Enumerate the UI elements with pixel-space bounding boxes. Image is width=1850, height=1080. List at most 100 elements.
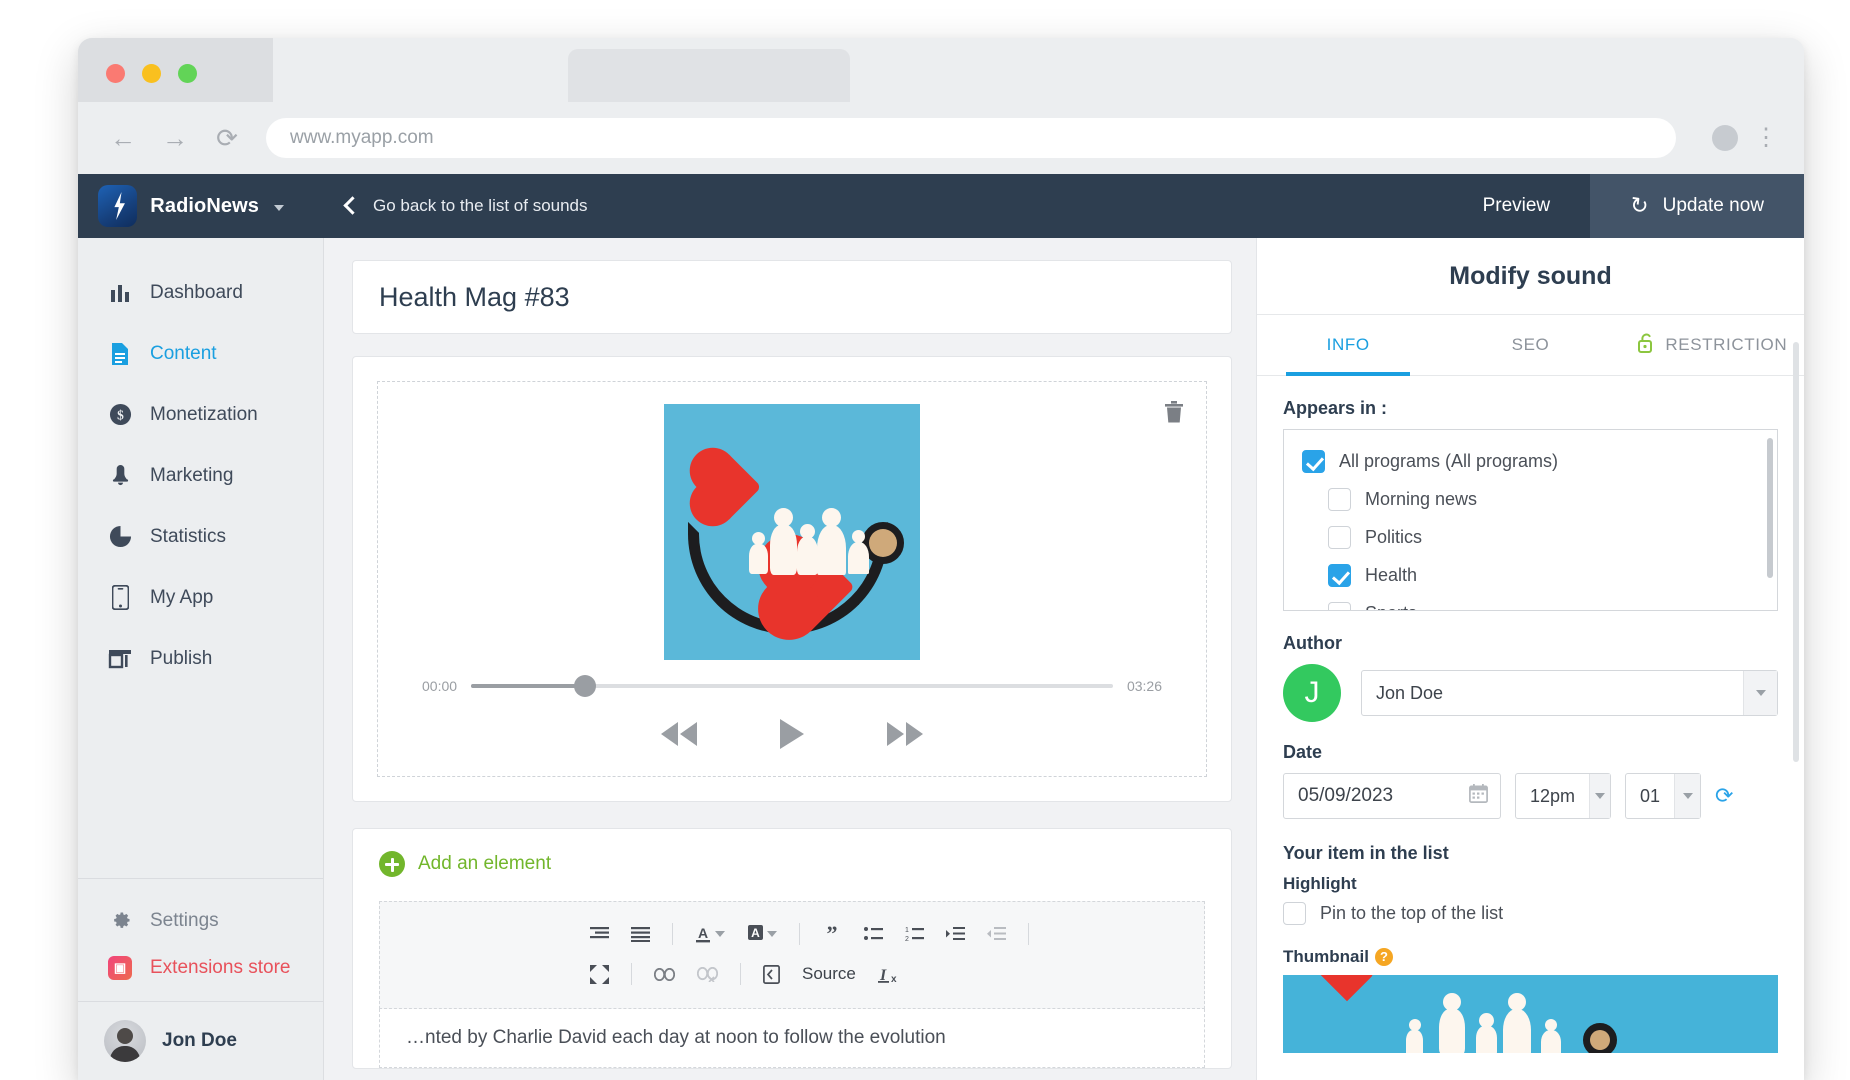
maximize-icon[interactable]: [590, 965, 609, 984]
numbered-list-icon[interactable]: 12: [905, 926, 924, 942]
indent-icon[interactable]: [946, 926, 965, 942]
delete-icon[interactable]: [1164, 400, 1184, 429]
tab-info-label: INFO: [1327, 335, 1370, 355]
align-right-icon[interactable]: [590, 926, 609, 942]
help-icon[interactable]: ?: [1375, 948, 1393, 966]
pin-to-top-row[interactable]: Pin to the top of the list: [1283, 902, 1778, 925]
sidebar-item-marketing[interactable]: Marketing: [78, 445, 323, 506]
unlink-icon[interactable]: [697, 967, 718, 982]
checkbox-icon[interactable]: [1328, 602, 1351, 612]
remove-format-icon[interactable]: Ix: [878, 965, 898, 984]
modify-sound-panel: » Modify sound INFO SEO RESTRICTION: [1256, 238, 1804, 1080]
browser-menu-icon[interactable]: ⋮: [1754, 128, 1778, 147]
preview-button[interactable]: Preview: [1443, 174, 1591, 238]
link-icon[interactable]: [654, 968, 675, 981]
close-window-button[interactable]: [106, 64, 125, 83]
program-option-morning-news[interactable]: Morning news: [1302, 480, 1777, 518]
pin-to-top-label: Pin to the top of the list: [1320, 903, 1503, 924]
bulleted-list-icon[interactable]: [864, 926, 883, 942]
sidebar-item-content[interactable]: Content: [78, 323, 323, 384]
progress-slider[interactable]: [471, 684, 1113, 688]
back-arrow-icon[interactable]: ←: [102, 125, 144, 151]
sidebar-item-dashboard[interactable]: Dashboard: [78, 262, 323, 323]
tab-restriction[interactable]: RESTRICTION: [1622, 315, 1804, 375]
program-label-sports: Sports: [1365, 603, 1417, 612]
brand-switcher[interactable]: RadioNews: [98, 185, 284, 227]
zoom-window-button[interactable]: [178, 64, 197, 83]
background-color-icon[interactable]: A: [747, 925, 777, 943]
browser-tab-inactive[interactable]: [568, 49, 850, 102]
checkbox-icon[interactable]: [1328, 488, 1351, 511]
add-element-button[interactable]: Add an element: [379, 851, 1205, 877]
checkbox-checked-icon[interactable]: [1328, 564, 1351, 587]
app-root: RadioNews Go back to the list of sounds …: [78, 174, 1804, 1080]
chevron-down-icon[interactable]: [1743, 671, 1777, 715]
programs-scrollbar[interactable]: [1767, 438, 1773, 578]
sidebar-item-extensions-store[interactable]: ▣ Extensions store: [78, 944, 323, 991]
author-row: J Jon Doe: [1283, 664, 1778, 722]
author-select[interactable]: Jon Doe: [1361, 670, 1778, 716]
date-input[interactable]: 05/09/2023: [1283, 773, 1501, 819]
total-time-label: 03:26: [1127, 678, 1162, 694]
chevron-down-icon[interactable]: [274, 205, 284, 211]
program-option-health[interactable]: Health: [1302, 556, 1777, 594]
sidebar-item-settings[interactable]: Settings: [78, 897, 323, 944]
sync-icon[interactable]: ⟳: [1715, 783, 1733, 809]
sidebar-item-my-app[interactable]: My App: [78, 567, 323, 628]
source-icon[interactable]: [763, 965, 780, 984]
sidebar-item-statistics[interactable]: Statistics: [78, 506, 323, 567]
svg-text:A: A: [698, 925, 708, 941]
justify-icon[interactable]: [631, 926, 650, 942]
update-now-button[interactable]: ↻ Update now: [1590, 174, 1804, 238]
minute-select[interactable]: 01: [1625, 773, 1701, 819]
tab-seo[interactable]: SEO: [1439, 315, 1621, 375]
appears-in-list: All programs (All programs) Morning news…: [1283, 429, 1778, 611]
hour-select[interactable]: 12pm: [1515, 773, 1611, 819]
tab-info[interactable]: INFO: [1257, 315, 1439, 375]
forward-arrow-icon[interactable]: →: [154, 125, 196, 151]
sidebar-item-publish[interactable]: Publish: [78, 628, 323, 689]
sound-title-card[interactable]: Health Mag #83: [352, 260, 1232, 334]
play-icon[interactable]: [778, 718, 806, 750]
text-color-icon[interactable]: A: [695, 925, 725, 943]
browser-tab-active[interactable]: [273, 49, 563, 102]
program-option-all-programs[interactable]: All programs (All programs): [1302, 442, 1777, 480]
checkbox-checked-icon[interactable]: [1302, 450, 1325, 473]
checkbox-icon[interactable]: [1283, 902, 1306, 925]
sidebar-label-content: Content: [150, 343, 217, 365]
sidebar-item-monetization[interactable]: $ Monetization: [78, 384, 323, 445]
date-label: Date: [1283, 742, 1778, 763]
panel-scrollbar[interactable]: [1793, 342, 1799, 762]
chevron-down-icon: [715, 931, 725, 937]
browser-toolbar: ← → ⟳ www.myapp.com ⋮: [78, 102, 1804, 174]
minimize-window-button[interactable]: [142, 64, 161, 83]
current-time-label: 00:00: [422, 678, 457, 694]
sidebar: Dashboard Content $ Monetization: [78, 238, 324, 1080]
tab-seo-label: SEO: [1512, 335, 1550, 355]
family-father-body-thumb: [1439, 1009, 1465, 1053]
hour-value: 12pm: [1516, 786, 1589, 807]
chevron-down-icon[interactable]: [1674, 774, 1700, 818]
fast-forward-icon[interactable]: [884, 720, 926, 748]
blockquote-icon[interactable]: ”: [822, 926, 842, 942]
program-option-politics[interactable]: Politics: [1302, 518, 1777, 556]
calendar-icon[interactable]: [1469, 784, 1488, 809]
profile-avatar-icon[interactable]: [1712, 125, 1738, 151]
pie-chart-icon: [108, 525, 132, 549]
smartphone-icon: [108, 586, 132, 610]
program-option-sports[interactable]: Sports: [1302, 594, 1777, 611]
chevron-down-icon[interactable]: [1589, 774, 1610, 818]
author-label: Author: [1283, 633, 1778, 654]
progress-handle[interactable]: [574, 675, 596, 697]
editor-content-text[interactable]: …nted by Charlie David each day at noon …: [379, 1009, 1205, 1068]
reload-icon[interactable]: ⟳: [206, 125, 248, 151]
browser-window: ← → ⟳ www.myapp.com ⋮ RadioNews Go back …: [78, 38, 1804, 1080]
toolbar-divider: [631, 963, 632, 985]
url-input[interactable]: www.myapp.com: [266, 118, 1676, 158]
thumbnail-preview[interactable]: [1283, 975, 1778, 1053]
checkbox-icon[interactable]: [1328, 526, 1351, 549]
back-to-sounds-link[interactable]: Go back to the list of sounds: [346, 196, 588, 216]
rewind-icon[interactable]: [658, 720, 700, 748]
outdent-icon[interactable]: [987, 926, 1006, 942]
sidebar-user[interactable]: Jon Doe: [78, 1001, 323, 1080]
